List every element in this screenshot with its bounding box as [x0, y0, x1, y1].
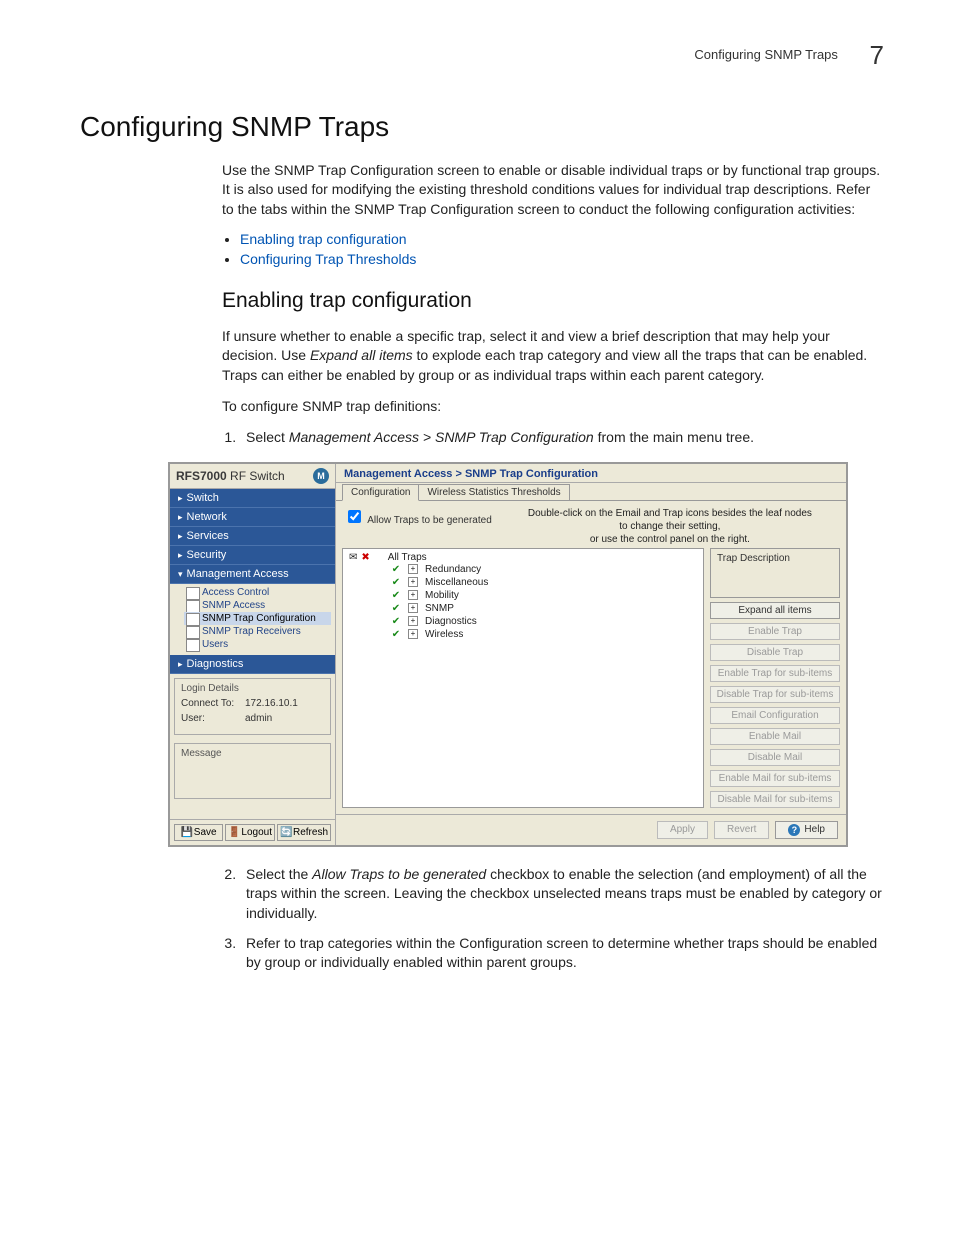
- sidebar-footer: 💾Save 🚪Logout 🔄Refresh: [170, 819, 335, 845]
- sidebar-sub-access-control[interactable]: Access Control: [184, 586, 331, 599]
- right-column: Trap Description Expand all items Enable…: [710, 548, 840, 808]
- sidebar-item-switch[interactable]: Switch: [170, 489, 335, 508]
- main-panel: Management Access > SNMP Trap Configurat…: [336, 464, 846, 845]
- save-button[interactable]: 💾Save: [174, 824, 223, 841]
- apply-button[interactable]: Apply: [657, 821, 708, 839]
- expand-icon[interactable]: +: [408, 564, 418, 574]
- connect-to-label: Connect To:: [181, 698, 245, 709]
- section-paragraph: If unsure whether to enable a specific t…: [222, 327, 884, 385]
- intro-paragraph: Use the SNMP Trap Configuration screen t…: [222, 161, 884, 219]
- enable-mail-button[interactable]: Enable Mail: [710, 728, 840, 745]
- disable-mail-sub-button[interactable]: Disable Mail for sub-items: [710, 791, 840, 808]
- message-legend: Message: [181, 748, 324, 759]
- link-configuring-trap-thresholds[interactable]: Configuring Trap Thresholds: [240, 251, 416, 267]
- check-icon: ✔: [391, 616, 401, 627]
- help-button[interactable]: ?Help: [775, 821, 838, 839]
- sidebar-sub-snmp-trap-receivers[interactable]: SNMP Trap Receivers: [184, 625, 331, 638]
- allow-traps-label[interactable]: Allow Traps to be generated: [344, 507, 492, 526]
- tree-node[interactable]: ✔+Mobility: [349, 589, 697, 602]
- user-label: User:: [181, 713, 245, 724]
- allow-traps-checkbox[interactable]: [348, 510, 361, 523]
- login-legend: Login Details: [181, 683, 324, 694]
- sidebar-item-network[interactable]: Network: [170, 508, 335, 527]
- breadcrumb: Management Access > SNMP Trap Configurat…: [336, 464, 846, 483]
- disable-mail-button[interactable]: Disable Mail: [710, 749, 840, 766]
- sidebar-subnav: Access Control SNMP Access SNMP Trap Con…: [170, 584, 335, 655]
- step-list-bottom: Select the Allow Traps to be generated c…: [222, 865, 884, 973]
- running-title: Configuring SNMP Traps: [694, 47, 838, 62]
- main-footer: Apply Revert ?Help: [336, 814, 846, 845]
- screenshot-panel: RFS7000 RF Switch M Switch Network Servi…: [168, 462, 848, 847]
- trap-tree[interactable]: ✉ ✖ All Traps ✔+Redundancy ✔+Miscellaneo…: [342, 548, 704, 808]
- sidebar-item-diagnostics[interactable]: Diagnostics: [170, 655, 335, 674]
- login-details-box: Login Details Connect To: 172.16.10.1 Us…: [174, 678, 331, 735]
- expand-icon[interactable]: +: [408, 590, 418, 600]
- trap-description-box: Trap Description: [710, 548, 840, 598]
- message-box: Message: [174, 743, 331, 799]
- tree-node[interactable]: ✔+Miscellaneous: [349, 576, 697, 589]
- enable-mail-sub-button[interactable]: Enable Mail for sub-items: [710, 770, 840, 787]
- tree-node[interactable]: ✔+Redundancy: [349, 563, 697, 576]
- link-enabling-trap-config[interactable]: Enabling trap configuration: [240, 231, 407, 247]
- help-icon: ?: [788, 824, 800, 836]
- step-2: Select the Allow Traps to be generated c…: [240, 865, 884, 924]
- link-list: Enabling trap configuration Configuring …: [222, 231, 884, 267]
- check-icon: ✔: [391, 564, 401, 575]
- enable-trap-sub-button[interactable]: Enable Trap for sub-items: [710, 665, 840, 682]
- tab-configuration[interactable]: Configuration: [342, 484, 419, 501]
- connect-to-value: 172.16.10.1: [245, 698, 298, 709]
- chapter-number: 7: [870, 40, 884, 70]
- instruction-hint: Double-click on the Email and Trap icons…: [502, 507, 838, 546]
- tree-node[interactable]: ✔+Diagnostics: [349, 615, 697, 628]
- section-heading: Enabling trap configuration: [222, 289, 884, 313]
- sidebar-sub-snmp-trap-config[interactable]: SNMP Trap Configuration: [184, 612, 331, 625]
- sidebar: RFS7000 RF Switch M Switch Network Servi…: [170, 464, 336, 845]
- logout-button[interactable]: 🚪Logout: [225, 824, 275, 841]
- enable-trap-button[interactable]: Enable Trap: [710, 623, 840, 640]
- check-icon: ✔: [391, 629, 401, 640]
- email-config-button[interactable]: Email Configuration: [710, 707, 840, 724]
- refresh-icon: 🔄: [280, 827, 290, 837]
- motorola-logo-icon: M: [313, 468, 329, 484]
- refresh-button[interactable]: 🔄Refresh: [277, 824, 331, 841]
- check-icon: ✔: [391, 603, 401, 614]
- expand-icon[interactable]: +: [408, 616, 418, 626]
- sidebar-sub-snmp-access[interactable]: SNMP Access: [184, 599, 331, 612]
- step-list-top: Select Management Access > SNMP Trap Con…: [222, 428, 884, 448]
- disable-trap-button[interactable]: Disable Trap: [710, 644, 840, 661]
- expand-icon[interactable]: +: [408, 577, 418, 587]
- tabs: Configuration Wireless Statistics Thresh…: [336, 483, 846, 501]
- step-3: Refer to trap categories within the Conf…: [240, 934, 884, 973]
- expand-icon[interactable]: +: [408, 629, 418, 639]
- sidebar-title: RFS7000 RF Switch M: [170, 464, 335, 489]
- trap-description-title: Trap Description: [717, 553, 833, 564]
- sidebar-item-security[interactable]: Security: [170, 546, 335, 565]
- content-top-row: Allow Traps to be generated Double-click…: [336, 501, 846, 548]
- expand-all-button[interactable]: Expand all items: [710, 602, 840, 619]
- sidebar-sub-users[interactable]: Users: [184, 638, 331, 651]
- tree-area: ✉ ✖ All Traps ✔+Redundancy ✔+Miscellaneo…: [336, 548, 846, 814]
- sidebar-item-management-access[interactable]: Management Access: [170, 565, 335, 584]
- save-icon: 💾: [181, 827, 191, 837]
- disable-trap-sub-button[interactable]: Disable Trap for sub-items: [710, 686, 840, 703]
- logout-icon: 🚪: [228, 827, 238, 837]
- check-icon: ✔: [391, 577, 401, 588]
- expand-icon[interactable]: +: [408, 603, 418, 613]
- page-header: Configuring SNMP Traps 7: [80, 40, 884, 71]
- step-1: Select Management Access > SNMP Trap Con…: [240, 428, 884, 448]
- tab-wireless-stats-thresholds[interactable]: Wireless Statistics Thresholds: [418, 484, 569, 500]
- tree-node[interactable]: ✔+Wireless: [349, 628, 697, 641]
- user-value: admin: [245, 713, 272, 724]
- mail-icon: ✉: [349, 552, 357, 563]
- sidebar-item-services[interactable]: Services: [170, 527, 335, 546]
- trap-icon: ✖: [361, 552, 369, 563]
- revert-button[interactable]: Revert: [714, 821, 769, 839]
- step-lead-in: To configure SNMP trap definitions:: [222, 397, 884, 416]
- tree-root[interactable]: ✉ ✖ All Traps: [349, 552, 697, 563]
- tree-node[interactable]: ✔+SNMP: [349, 602, 697, 615]
- page-title: Configuring SNMP Traps: [80, 111, 884, 143]
- check-icon: ✔: [391, 590, 401, 601]
